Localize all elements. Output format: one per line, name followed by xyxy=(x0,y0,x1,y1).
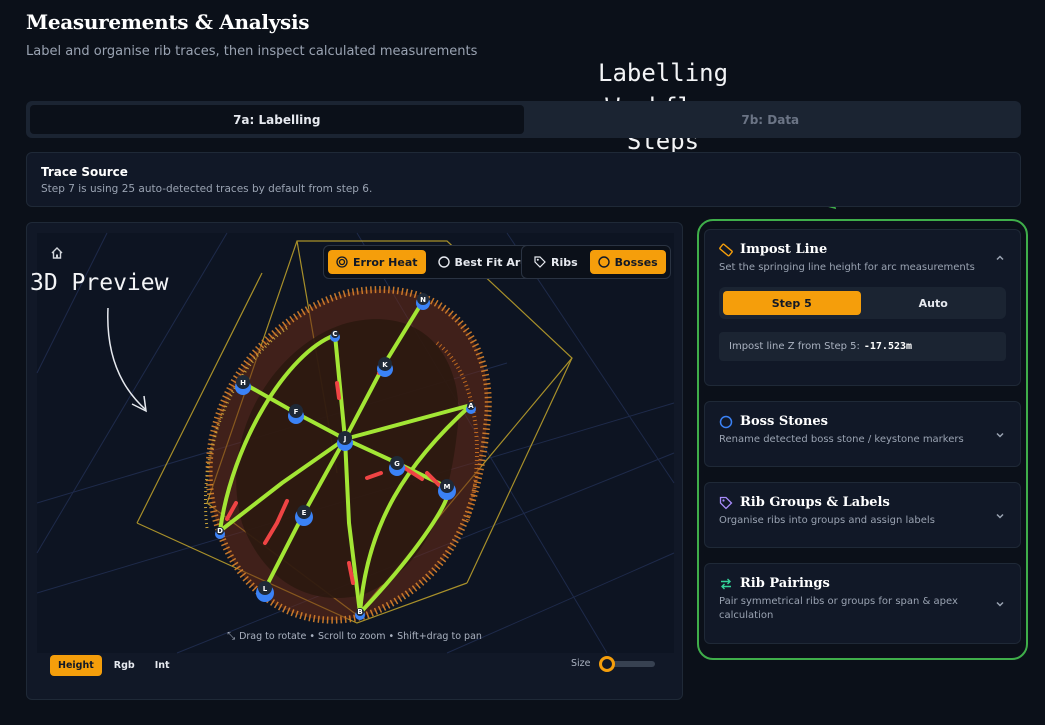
rib-groups-title: Rib Groups & Labels xyxy=(740,495,890,510)
boss-label-h: H xyxy=(240,379,246,387)
point-size-control: Size xyxy=(571,655,655,672)
ribs-label: Ribs xyxy=(551,255,578,269)
size-label: Size xyxy=(571,658,591,669)
boss-label-k: K xyxy=(382,361,388,369)
chevron-up-icon[interactable] xyxy=(994,252,1006,264)
trace-source-description: Step 7 is using 25 auto-detected traces … xyxy=(41,183,373,195)
swap-arrows-icon xyxy=(721,578,731,589)
best-fit-arc-label: Best Fit Arc xyxy=(454,255,527,269)
color-mode-group: Height Rgb Int xyxy=(50,655,178,676)
color-mode-int[interactable]: Int xyxy=(147,655,178,676)
impost-line-title: Impost Line xyxy=(740,242,828,257)
circle-icon xyxy=(437,256,450,268)
trace-source-title: Trace Source xyxy=(41,165,128,179)
boss-label-n: N xyxy=(420,296,426,304)
boss-stones-card[interactable]: Boss Stones Rename detected boss stone /… xyxy=(704,401,1021,467)
impost-readout-label: Impost line Z from Step 5: xyxy=(729,341,860,352)
tab-data[interactable]: 7b: Data xyxy=(524,105,1018,134)
size-slider-knob[interactable] xyxy=(598,655,615,672)
boss-label-a: A xyxy=(468,402,474,410)
boss-stones-description: Rename detected boss stone / keystone ma… xyxy=(719,434,964,445)
overlay-toggle-group: Error Heat Best Fit Arc xyxy=(323,245,540,279)
marker-toggle-group: Ribs Bosses xyxy=(521,245,671,279)
boss-label-g: G xyxy=(394,460,400,468)
chevron-down-icon[interactable] xyxy=(994,510,1006,522)
boss-label-e: E xyxy=(302,509,307,517)
navigation-hint: ⤡ Drag to rotate • Scroll to zoom • Shift… xyxy=(227,631,482,642)
bosses-toggle[interactable]: Bosses xyxy=(589,250,666,274)
home-icon[interactable] xyxy=(49,245,65,261)
boss-stones-header[interactable]: Boss Stones xyxy=(719,414,1006,429)
rib-groups-description: Organise ribs into groups and assign lab… xyxy=(719,515,935,526)
best-fit-arc-toggle[interactable]: Best Fit Arc xyxy=(430,250,535,274)
error-heat-toggle[interactable]: Error Heat xyxy=(328,250,426,274)
page-subtitle: Label and organise rib traces, then insp… xyxy=(26,44,478,59)
impost-line-card: Impost Line Set the springing line heigh… xyxy=(704,229,1021,386)
color-mode-height[interactable]: Height xyxy=(50,655,102,676)
boss-label-m: M xyxy=(444,483,451,491)
page-title: Measurements & Analysis xyxy=(26,10,310,34)
tag-icon xyxy=(534,256,546,268)
tab-labelling[interactable]: 7a: Labelling xyxy=(30,105,524,134)
preview-annotation-arrow xyxy=(107,307,147,413)
chevron-down-icon[interactable] xyxy=(994,429,1006,441)
boss-label-l: L xyxy=(263,585,268,593)
tag-icon xyxy=(719,496,733,509)
rib-pairings-header[interactable]: Rib Pairings xyxy=(719,576,1006,591)
impost-option-step5[interactable]: Step 5 xyxy=(723,291,861,315)
rib-groups-card[interactable]: Rib Groups & Labels Organise ribs into g… xyxy=(704,482,1021,548)
boss-label-d: D xyxy=(217,527,223,535)
impost-line-description: Set the springing line height for arc me… xyxy=(719,262,975,273)
chevron-down-icon[interactable] xyxy=(994,598,1006,610)
tab-bar: 7a: Labelling 7b: Data xyxy=(26,101,1021,138)
impost-line-header[interactable]: Impost Line xyxy=(719,242,1006,257)
error-heat-label: Error Heat xyxy=(353,255,418,269)
preview-annotation: 3D Preview xyxy=(30,270,169,296)
impost-option-auto[interactable]: Auto xyxy=(865,291,1003,315)
boss-label-c: C xyxy=(332,330,337,338)
ruler-icon xyxy=(719,243,733,256)
impost-readout: Impost line Z from Step 5: -17.523m xyxy=(719,332,1006,361)
target-icon xyxy=(336,256,348,268)
rib-groups-header[interactable]: Rib Groups & Labels xyxy=(719,495,1006,510)
bosses-label: Bosses xyxy=(614,255,658,269)
boss-label-f: F xyxy=(294,408,299,416)
boss-label-j: J xyxy=(343,435,347,443)
boss-label-b: B xyxy=(357,608,362,616)
rib-pairings-title: Rib Pairings xyxy=(740,576,830,591)
rib-pairings-card[interactable]: Rib Pairings Pair symmetrical ribs or gr… xyxy=(704,563,1021,644)
boss-stones-title: Boss Stones xyxy=(740,414,828,429)
impost-source-selector: Step 5 Auto xyxy=(719,287,1006,319)
ribs-toggle[interactable]: Ribs xyxy=(526,250,586,274)
impost-readout-value: -17.523m xyxy=(863,341,913,352)
rib-pairings-description: Pair symmetrical ribs or groups for span… xyxy=(719,596,958,621)
trace-source-card: Trace Source Step 7 is using 25 auto-det… xyxy=(26,152,1021,207)
size-slider[interactable] xyxy=(598,655,655,672)
circle-icon xyxy=(719,415,733,428)
circle-icon xyxy=(597,256,610,268)
color-mode-rgb[interactable]: Rgb xyxy=(106,655,143,676)
move-icon: ⤡ xyxy=(227,631,236,642)
